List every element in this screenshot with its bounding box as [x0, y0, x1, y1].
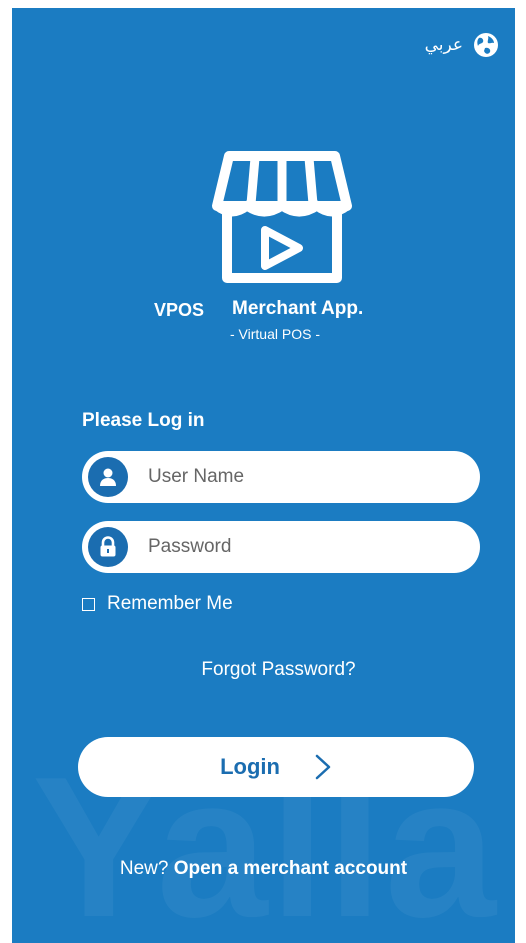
lock-icon — [88, 527, 128, 567]
forgot-password-link[interactable]: Forgot Password? — [12, 659, 515, 681]
language-toggle[interactable]: عربي — [425, 32, 499, 58]
signup-row: New? Open a merchant account — [12, 858, 515, 880]
brand-name-left: VPOS — [154, 300, 205, 320]
globe-icon — [474, 33, 498, 57]
remember-me-label: Remember Me — [107, 593, 233, 614]
username-input[interactable] — [146, 465, 450, 489]
remember-me[interactable]: Remember Me — [82, 593, 233, 615]
login-prompt: Please Log in — [82, 410, 205, 431]
brand-tagline: - Virtual POS - — [230, 326, 320, 342]
remember-me-checkbox[interactable] — [82, 597, 95, 611]
open-account-link[interactable]: Open a merchant account — [174, 858, 407, 879]
user-icon — [88, 457, 128, 497]
password-input[interactable] — [146, 535, 450, 559]
brand-name-right: Merchant App. — [232, 298, 364, 319]
signup-prefix: New? — [119, 858, 169, 879]
login-button[interactable]: Login — [78, 737, 474, 797]
login-screen: Yalla عربي VPOS Merchant App. - Virtual … — [12, 8, 515, 943]
storefront-play-icon — [212, 151, 352, 283]
username-field[interactable] — [82, 451, 480, 503]
chevron-right-icon — [315, 754, 331, 780]
password-field[interactable] — [82, 521, 480, 573]
language-label: عربي — [424, 35, 463, 54]
login-button-label: Login — [220, 754, 280, 779]
